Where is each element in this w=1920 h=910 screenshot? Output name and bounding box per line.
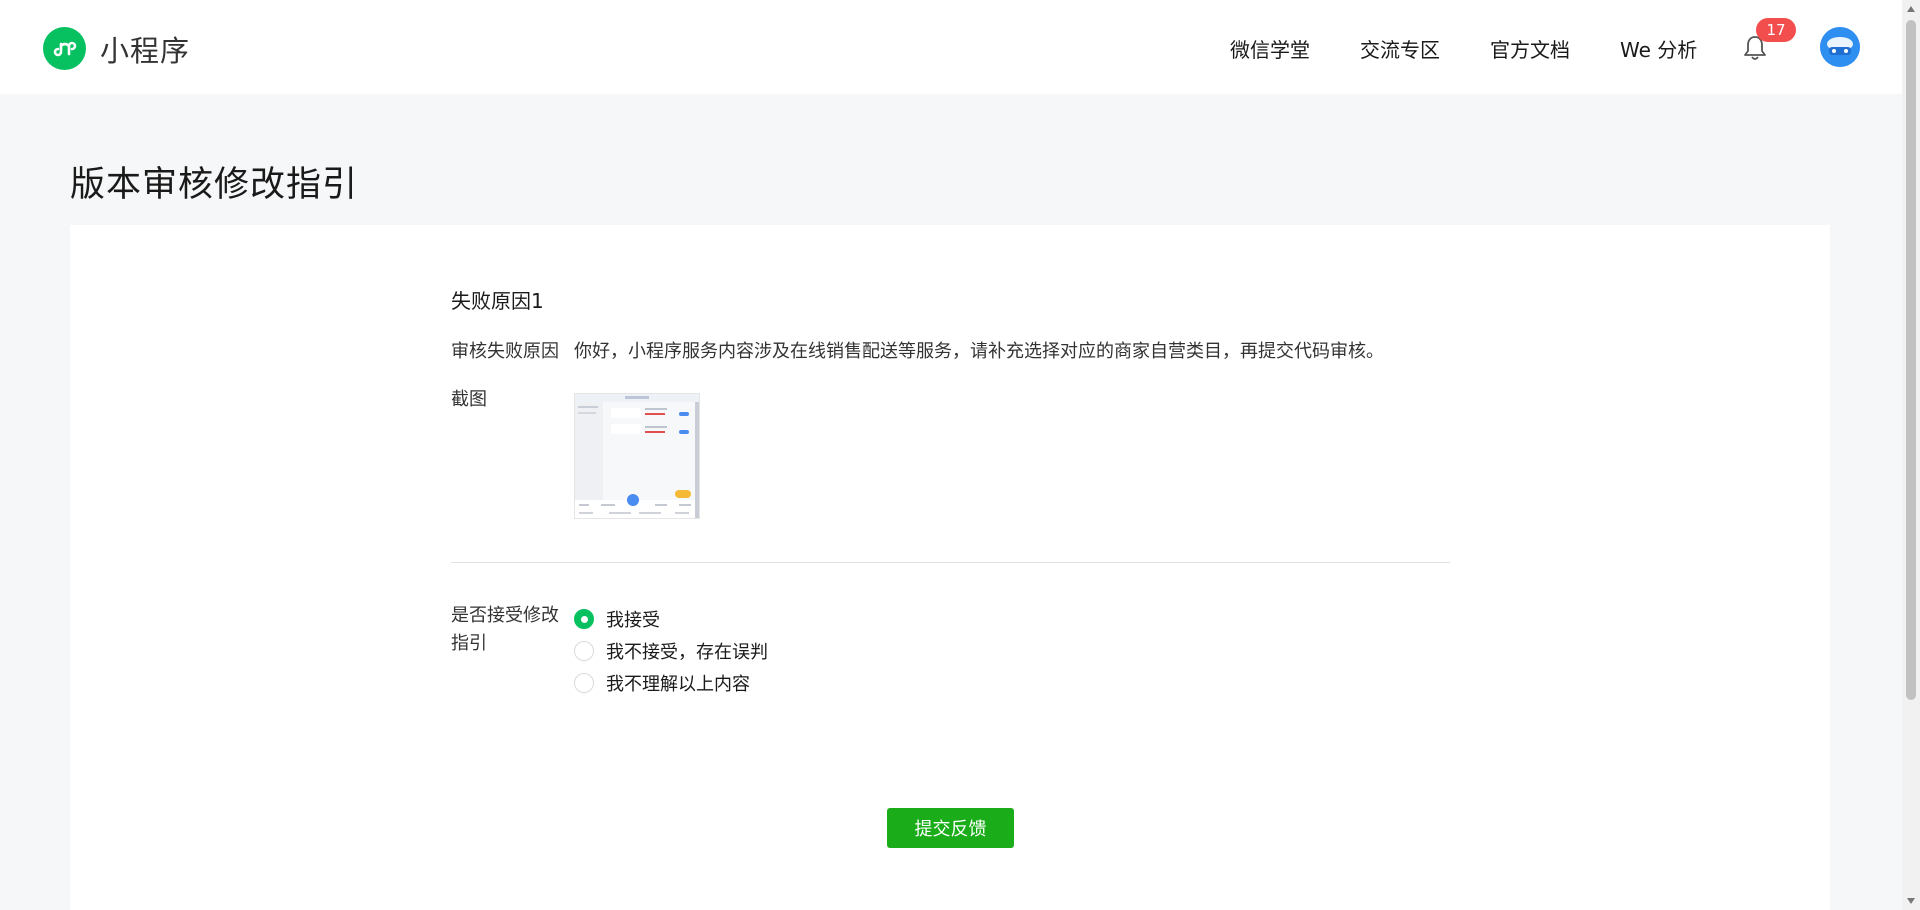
nav-docs[interactable]: 官方文档 — [1490, 34, 1570, 63]
radio-option-not-understand[interactable]: 我不理解以上内容 — [574, 670, 750, 696]
radio-option-reject[interactable]: 我不接受，存在误判 — [574, 638, 768, 664]
submit-feedback-button[interactable]: 提交反馈 — [887, 808, 1014, 848]
app-name: 小程序 — [100, 33, 191, 68]
avatar[interactable] — [1820, 27, 1860, 67]
nav-we-analytics[interactable]: We 分析 — [1620, 34, 1697, 63]
screenshot-label: 截图 — [451, 389, 487, 410]
nav-community[interactable]: 交流专区 — [1360, 34, 1440, 63]
logo[interactable]: 小程序 — [43, 27, 190, 70]
scroll-up-arrow-icon[interactable] — [1902, 0, 1920, 18]
notification-badge: 17 — [1756, 18, 1796, 42]
page-title: 版本审核修改指引 — [70, 165, 359, 205]
reason-heading: 失败原因1 — [451, 289, 544, 313]
fail-reason-label: 审核失败原因 — [451, 341, 559, 362]
accept-guide-label: 是否接受修改指引 — [451, 605, 559, 654]
radio-checked-icon[interactable] — [574, 609, 594, 629]
section-divider — [451, 562, 1450, 563]
screenshot-thumbnail[interactable] — [574, 393, 700, 519]
radio-label: 我接受 — [606, 610, 660, 631]
radio-unchecked-icon[interactable] — [574, 641, 594, 661]
mini-program-logo-icon — [43, 27, 86, 70]
scroll-down-arrow-icon[interactable] — [1902, 892, 1920, 910]
nav-wechat-academy[interactable]: 微信学堂 — [1230, 34, 1310, 63]
fail-reason-text: 你好，小程序服务内容涉及在线销售配送等服务，请补充选择对应的商家自营类目，再提交… — [574, 341, 1384, 362]
radio-option-accept[interactable]: 我接受 — [574, 606, 660, 632]
vertical-scrollbar[interactable] — [1902, 0, 1920, 910]
radio-label: 我不理解以上内容 — [606, 674, 750, 695]
scrollbar-thumb[interactable] — [1906, 20, 1916, 700]
radio-label: 我不接受，存在误判 — [606, 642, 768, 663]
radio-unchecked-icon[interactable] — [574, 673, 594, 693]
top-header: 小程序 微信学堂 交流专区 官方文档 We 分析 17 — [0, 0, 1902, 94]
